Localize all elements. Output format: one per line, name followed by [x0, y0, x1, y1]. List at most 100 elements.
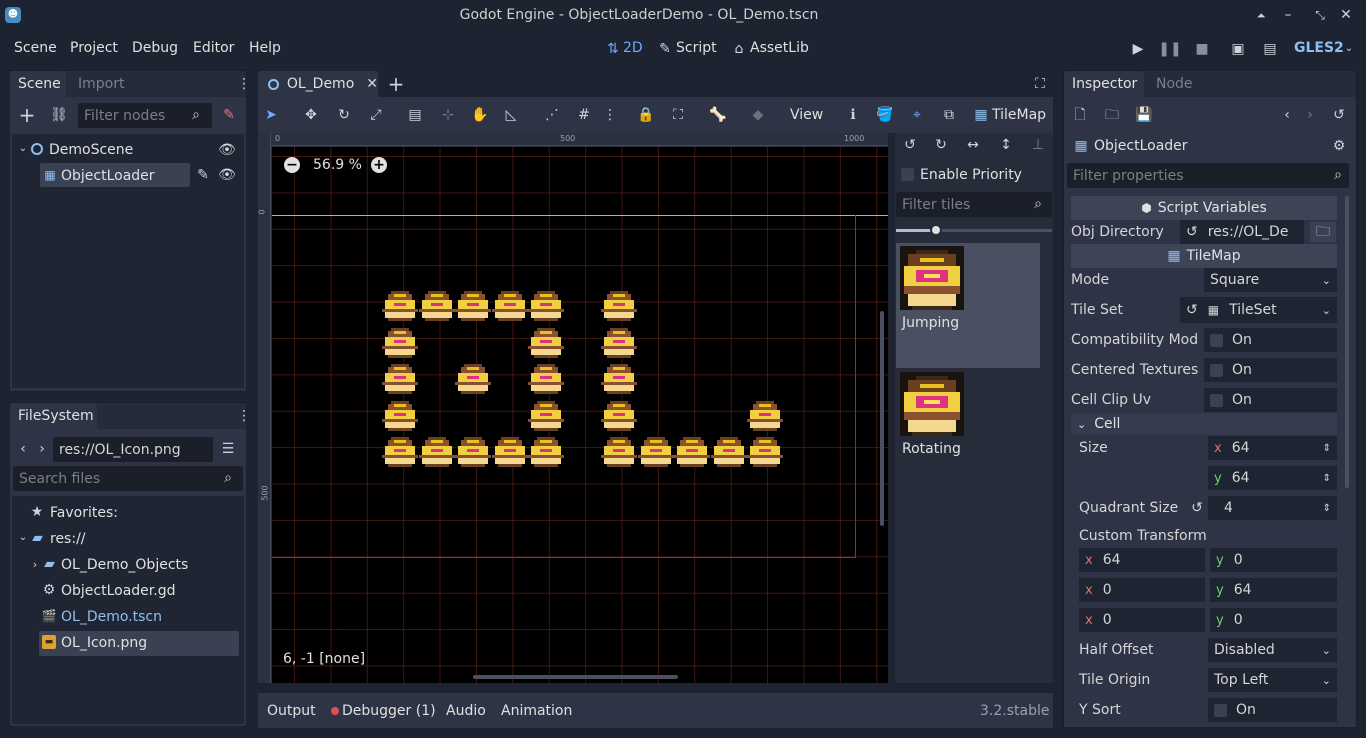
dock-menu-icon[interactable]: ⋮ [237, 408, 251, 424]
new-resource-icon[interactable]: 🗋 [1072, 107, 1088, 123]
clear-transform-icon[interactable]: ⊥ [1030, 137, 1046, 153]
file-ol-icon-png[interactable]: OL_Icon.png [61, 636, 147, 650]
pan-tool-icon[interactable]: ✋ [471, 107, 488, 123]
half-offset-select[interactable]: Disabled ⌄ [1208, 638, 1337, 662]
stop-icon[interactable]: ■ [1194, 41, 1210, 57]
menu-editor[interactable]: Editor [193, 41, 234, 55]
rotate-right-icon[interactable]: ↻ [933, 137, 949, 153]
zoom-level[interactable]: 56.9 % [313, 158, 362, 172]
centered-textures-checkbox[interactable]: On [1204, 358, 1337, 382]
zoom-out-icon[interactable]: − [284, 157, 300, 173]
res-root-item[interactable]: res:// [50, 532, 86, 546]
spinner-icon[interactable]: ⇕ [1323, 503, 1331, 514]
tab-ol-demo[interactable]: OL_Demo ✕ [258, 71, 378, 97]
tilemap-section-header[interactable]: ▦ TileMap [1071, 244, 1337, 268]
revert-icon[interactable]: ↺ [1186, 224, 1198, 240]
folder-ol-demo-objects[interactable]: OL_Demo_Objects [61, 558, 188, 572]
transform-1-x[interactable]: x0 [1079, 578, 1205, 602]
horizontal-scrollbar[interactable] [473, 675, 678, 679]
cell-section-header[interactable]: ⌄ Cell [1071, 413, 1337, 435]
play-icon[interactable]: ▶ [1130, 41, 1146, 57]
rotate-left-icon[interactable]: ↺ [902, 137, 918, 153]
enable-priority-checkbox[interactable] [901, 168, 914, 181]
workspace-script-button[interactable]: Script [676, 41, 717, 55]
filter-properties-input[interactable]: Filter properties [1067, 163, 1349, 188]
bucket-fill-icon[interactable]: 🪣 [876, 107, 893, 123]
more-options-icon[interactable]: ⋮ [603, 107, 617, 123]
script-icon[interactable]: ✎ [195, 167, 211, 183]
ruler-tool-icon[interactable]: ◺ [503, 107, 519, 123]
tree-node-objectloader[interactable]: ObjectLoader [61, 169, 155, 183]
play-custom-scene-icon[interactable]: ▤ [1262, 41, 1278, 57]
add-tab-icon[interactable]: + [388, 74, 405, 94]
compat-mode-checkbox[interactable]: On [1204, 328, 1337, 352]
tab-node[interactable]: Node [1148, 71, 1200, 97]
scale-tool-icon[interactable]: ⤢ [368, 107, 384, 123]
grid-snap-icon[interactable]: # [576, 107, 592, 123]
bottom-tab-output[interactable]: Output [267, 704, 316, 718]
transform-0-x[interactable]: x 64 [1079, 548, 1205, 572]
file-ol-demo-tscn[interactable]: OL_Demo.tscn [61, 610, 162, 624]
save-icon[interactable]: 💾 [1135, 107, 1152, 123]
add-node-icon[interactable]: + [18, 105, 36, 125]
folder-icon[interactable]: 🗀 [1310, 222, 1336, 242]
tile-label-rotating[interactable]: Rotating [902, 442, 961, 456]
bottom-tab-audio[interactable]: Audio [446, 704, 486, 718]
copy-icon[interactable]: ⧉ [941, 107, 957, 123]
mode-select[interactable]: Square ⌄ [1204, 268, 1337, 292]
minimize-icon[interactable]: – [1280, 7, 1296, 23]
chevron-right-icon[interactable]: › [29, 558, 41, 570]
renderer-select[interactable]: GLES2 [1294, 41, 1344, 55]
vertical-scrollbar[interactable] [880, 311, 884, 526]
close-window-icon[interactable]: ✕ [1338, 7, 1354, 23]
menu-help[interactable]: Help [249, 41, 281, 55]
transform-2-y[interactable]: y0 [1210, 608, 1337, 632]
window-top-icon[interactable]: ⏶ [1253, 7, 1269, 23]
info-icon[interactable]: ℹ [845, 107, 861, 123]
script-variables-header[interactable]: ⬢ Script Variables [1071, 196, 1337, 220]
tab-inspector[interactable]: Inspector [1064, 71, 1144, 97]
snap-icon[interactable]: ⋰ [544, 107, 560, 123]
filesystem-path-input[interactable]: res://OL_Icon.png [53, 437, 213, 462]
tilemap-menu-button[interactable]: TileMap [992, 108, 1046, 122]
revert-icon[interactable]: ↺ [1186, 302, 1198, 318]
tab-scene[interactable]: Scene [10, 71, 66, 97]
revert-icon[interactable]: ↺ [1189, 500, 1205, 516]
bottom-tab-animation[interactable]: Animation [501, 704, 572, 718]
flip-vertical-icon[interactable]: ↕ [998, 137, 1014, 153]
select-tool-icon[interactable]: ➤ [263, 107, 279, 123]
size-y-spinbox[interactable]: y 64 ⇕ [1208, 466, 1337, 490]
zoom-in-icon[interactable]: + [371, 157, 387, 173]
transform-2-x[interactable]: x0 [1079, 608, 1205, 632]
tile-preview-rotating[interactable] [900, 372, 964, 436]
picker-icon[interactable]: ⌖ [909, 107, 925, 123]
view-menu-button[interactable]: View [790, 108, 823, 122]
split-mode-icon[interactable]: ☰ [219, 440, 237, 458]
viewport[interactable]: 0 500 1000 0 500 [258, 133, 888, 683]
back-arrow-icon[interactable]: ‹ [17, 441, 29, 457]
inspected-object-name[interactable]: ObjectLoader [1094, 139, 1188, 153]
distraction-free-icon[interactable]: ⛶ [1032, 76, 1048, 92]
tile-zoom-slider-grabber[interactable] [930, 224, 942, 236]
restore-icon[interactable]: ⤡ [1312, 7, 1328, 23]
tree-node-demoscene[interactable]: DemoScene [49, 143, 133, 157]
menu-project[interactable]: Project [70, 41, 118, 55]
workspace-assetlib-button[interactable]: AssetLib [750, 41, 809, 55]
search-files-input[interactable]: Search files [13, 466, 243, 491]
spinner-icon[interactable]: ⇕ [1323, 443, 1331, 454]
history-forward-icon[interactable]: › [1303, 107, 1317, 123]
visibility-eye-icon[interactable]: 👁 [218, 167, 236, 183]
dock-menu-icon[interactable]: ⋮ [237, 76, 251, 92]
quadrant-size-spinbox[interactable]: 4 ⇕ [1208, 496, 1337, 520]
tab-import[interactable]: Import [70, 71, 134, 97]
pause-icon[interactable]: ❚❚ [1158, 41, 1181, 57]
chevron-down-icon[interactable]: ⌄ [17, 143, 29, 155]
size-x-spinbox[interactable]: x 64 ⇕ [1208, 436, 1337, 460]
tile-origin-select[interactable]: Top Left ⌄ [1208, 668, 1337, 692]
spinner-icon[interactable]: ⇕ [1323, 473, 1331, 484]
rotate-tool-icon[interactable]: ↻ [336, 107, 352, 123]
menu-scene[interactable]: Scene [14, 41, 57, 55]
link-icon[interactable]: ⛓ [50, 106, 68, 124]
play-scene-icon[interactable]: ▣ [1230, 41, 1246, 57]
cell-clip-uv-checkbox[interactable]: On [1204, 388, 1337, 412]
